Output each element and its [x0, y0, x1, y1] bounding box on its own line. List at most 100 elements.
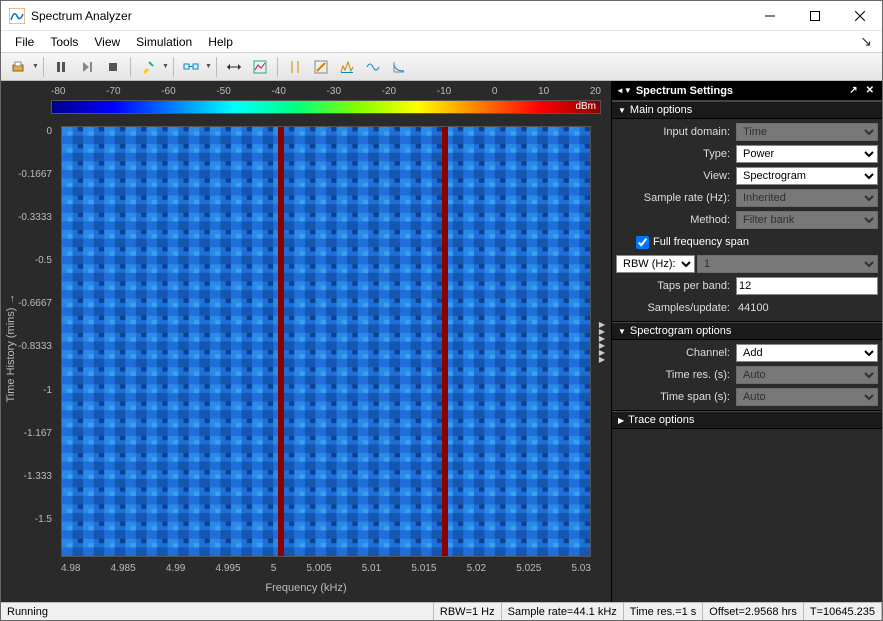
x-tick: 5	[271, 563, 277, 577]
spectrogram[interactable]	[61, 126, 591, 557]
x-axis-label: Frequency (kHz)	[1, 582, 611, 594]
menu-help[interactable]: Help	[200, 33, 241, 51]
app-icon	[9, 8, 25, 24]
colorbar-unit: dBm	[575, 101, 596, 112]
menu-view[interactable]: View	[86, 33, 128, 51]
menu-file[interactable]: File	[7, 33, 42, 51]
x-tick: 5.03	[571, 563, 590, 577]
status-sample-rate: Sample rate=44.1 kHz	[502, 603, 624, 620]
panel-collapse-icon[interactable]: ◄▼	[616, 86, 632, 95]
channel-select[interactable]: Add	[736, 344, 878, 362]
cb-tick: 20	[590, 86, 601, 98]
y-tick: -0.5	[1, 255, 52, 266]
x-tick: 5.005	[307, 563, 332, 577]
cursors-button[interactable]	[283, 56, 307, 78]
status-running: Running	[1, 603, 434, 620]
x-tick: 5.025	[516, 563, 541, 577]
x-tick: 5.02	[467, 563, 486, 577]
label-time-res: Time res. (s):	[616, 369, 736, 381]
x-tick: 4.98	[61, 563, 80, 577]
label-method: Method:	[616, 214, 736, 226]
x-tick: 4.99	[166, 563, 185, 577]
tone-line-1	[278, 127, 284, 556]
plot-area: -80 -70 -60 -50 -40 -30 -20 -10 0 10 20 …	[1, 81, 611, 602]
distortion-button[interactable]	[361, 56, 385, 78]
titlebar: Spectrum Analyzer	[1, 1, 882, 31]
label-input-domain: Input domain:	[616, 126, 736, 138]
peaks-button[interactable]	[335, 56, 359, 78]
colorbar: -80 -70 -60 -50 -40 -30 -20 -10 0 10 20 …	[51, 86, 601, 116]
step-button[interactable]	[75, 56, 99, 78]
rbw-value-select: 1	[697, 255, 878, 273]
triangle-down-icon: ▼	[618, 106, 626, 115]
method-select: Filter bank	[736, 211, 878, 229]
menu-simulation[interactable]: Simulation	[128, 33, 200, 51]
section-title: Trace options	[628, 414, 694, 426]
type-select[interactable]: Power	[736, 145, 878, 163]
maximize-button[interactable]	[792, 1, 837, 30]
view-select[interactable]: Spectrogram	[736, 167, 878, 185]
time-span-select: Auto	[736, 388, 878, 406]
status-t: T=10645.235	[804, 603, 882, 620]
time-res-select: Auto	[736, 366, 878, 384]
status-time-res: Time res.=1 s	[624, 603, 704, 620]
stop-button[interactable]	[101, 56, 125, 78]
menu-tools[interactable]: Tools	[42, 33, 86, 51]
cb-tick: -30	[327, 86, 341, 98]
y-tick: -1.333	[1, 471, 52, 482]
y-tick: 0	[1, 126, 52, 137]
cb-tick: -50	[216, 86, 230, 98]
label-channel: Channel:	[616, 347, 736, 359]
rbw-mode-select[interactable]: RBW (Hz):	[616, 255, 695, 273]
scroll-arrows-icon: ▶▶▶▶▶▶	[599, 321, 605, 363]
autoscale-button[interactable]	[248, 56, 272, 78]
status-offset: Offset=2.9568 hrs	[703, 603, 804, 620]
menu-corner-icon[interactable]: ↘	[856, 33, 876, 50]
zoom-x-button[interactable]	[222, 56, 246, 78]
highlight-dropdown-icon[interactable]: ▼	[161, 63, 169, 70]
x-tick: 4.985	[111, 563, 136, 577]
cb-tick: 0	[492, 86, 498, 98]
full-frequency-span-checkbox[interactable]	[636, 236, 649, 249]
label-time-span: Time span (s):	[616, 391, 736, 403]
x-tick: 5.015	[411, 563, 436, 577]
label-sample-rate: Sample rate (Hz):	[616, 192, 736, 204]
input-domain-select: Time	[736, 123, 878, 141]
sample-rate-select: Inherited	[736, 189, 878, 207]
cb-tick: -70	[106, 86, 120, 98]
x-axis-ticks: 4.98 4.985 4.99 4.995 5 5.005 5.01 5.015…	[61, 563, 591, 577]
print-dropdown-icon[interactable]: ▼	[31, 63, 39, 70]
triangle-right-icon: ▶	[618, 416, 624, 425]
spectrum-settings-panel: ◄▼ Spectrum Settings ↗ ✕ ▼ Main options …	[611, 81, 882, 602]
label-full-freq-span: Full frequency span	[653, 236, 749, 248]
taps-per-band-input[interactable]	[736, 277, 878, 295]
status-rbw: RBW=1 Hz	[434, 603, 502, 620]
link-axes-button[interactable]	[179, 56, 203, 78]
link-dropdown-icon[interactable]: ▼	[204, 63, 212, 70]
measure-button[interactable]	[309, 56, 333, 78]
section-trace-options[interactable]: ▶ Trace options	[612, 411, 882, 429]
section-main-options[interactable]: ▼ Main options	[612, 101, 882, 119]
section-title: Main options	[630, 104, 692, 116]
ccdf-button[interactable]	[387, 56, 411, 78]
y-tick: -1.5	[1, 514, 52, 525]
cb-tick: -20	[382, 86, 396, 98]
cb-tick: 10	[538, 86, 549, 98]
highlight-button[interactable]	[136, 56, 160, 78]
close-button[interactable]	[837, 1, 882, 30]
tone-line-2	[442, 127, 448, 556]
statusbar: Running RBW=1 Hz Sample rate=44.1 kHz Ti…	[1, 602, 882, 620]
panel-close-icon[interactable]: ✕	[866, 85, 874, 96]
minimize-button[interactable]	[747, 1, 792, 30]
print-button[interactable]	[6, 56, 30, 78]
y-tick: -0.1667	[1, 169, 52, 180]
label-samples-update: Samples/update:	[616, 302, 736, 314]
cb-tick: -60	[161, 86, 175, 98]
label-view: View:	[616, 170, 736, 182]
cb-tick: -10	[437, 86, 451, 98]
y-axis-label: Time History (mins) →	[5, 278, 17, 418]
section-spectrogram-options[interactable]: ▼ Spectrogram options	[612, 322, 882, 340]
pause-button[interactable]	[49, 56, 73, 78]
x-tick: 5.01	[362, 563, 381, 577]
panel-pin-icon[interactable]: ↗	[849, 85, 857, 96]
